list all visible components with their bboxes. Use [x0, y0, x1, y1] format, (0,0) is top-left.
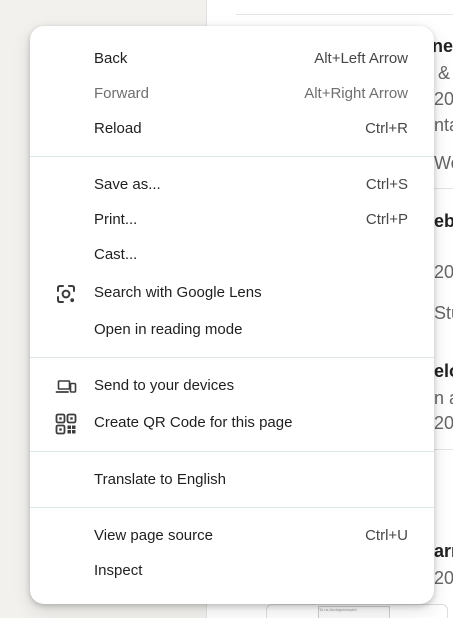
page-text-fragment: ne: [432, 36, 453, 56]
menu-item-label: Inspect: [94, 562, 143, 579]
menu-item-send-to-devices[interactable]: Send to your devices: [30, 369, 434, 404]
page-text-fragment: elo: [434, 361, 453, 381]
page-text-fragment: 202: [434, 262, 453, 282]
page-text-fragment: 20: [434, 568, 453, 588]
page-text-fragment: eb: [434, 211, 453, 231]
page-divider: [236, 14, 453, 15]
menu-item-save-as[interactable]: Save as... Ctrl+S: [30, 168, 434, 203]
menu-item-reading-mode[interactable]: Open in reading mode: [30, 313, 434, 348]
page-divider: [432, 188, 453, 189]
menu-item-label: Open in reading mode: [94, 321, 243, 338]
menu-separator: [30, 451, 434, 452]
page-text-fragment: 202: [434, 413, 453, 433]
menu-item-view-source[interactable]: View page source Ctrl+U: [30, 519, 434, 554]
page-text-fragment: &: [438, 63, 451, 83]
menu-item-label: Back: [94, 50, 128, 67]
menu-item-print[interactable]: Print... Ctrl+P: [30, 203, 434, 238]
page-text-fragment: Web: [434, 153, 453, 173]
page-thumbnail-caption: To us Andagramopiet: [318, 606, 390, 618]
menu-item-label: Cast...: [94, 246, 138, 263]
menu-item-label: Forward: [94, 85, 150, 102]
menu-separator: [30, 507, 434, 508]
menu-item-shortcut: Ctrl+P: [365, 211, 408, 228]
menu-item-label: Create QR Code for this page: [94, 414, 293, 431]
menu-item-label: Save as...: [94, 176, 161, 193]
menu-item-back[interactable]: Back Alt+Left Arrow: [30, 42, 434, 77]
menu-item-google-lens[interactable]: Search with Google Lens: [30, 276, 434, 311]
menu-item-forward[interactable]: Forward Alt+Right Arrow: [30, 77, 434, 112]
menu-item-reload[interactable]: Reload Ctrl+R: [30, 112, 434, 147]
menu-separator: [30, 357, 434, 358]
page-text-fragment: n a: [434, 388, 453, 408]
menu-item-inspect[interactable]: Inspect: [30, 554, 434, 589]
menu-item-translate[interactable]: Translate to English: [30, 463, 434, 498]
qr-code-icon: [54, 412, 78, 436]
page-text-fragment: 202: [434, 89, 453, 109]
menu-item-shortcut: Alt+Right Arrow: [304, 85, 408, 102]
menu-item-cast[interactable]: Cast...: [30, 238, 434, 273]
page-text-fragment: arr: [434, 541, 453, 561]
menu-item-label: View page source: [94, 527, 213, 544]
menu-item-shortcut: Ctrl+S: [365, 176, 408, 193]
page-text-fragment: Stu: [434, 303, 453, 323]
menu-item-label: Reload: [94, 120, 142, 137]
menu-item-label: Print...: [94, 211, 138, 228]
menu-item-label: Search with Google Lens: [94, 284, 262, 301]
page-text-fragment: ntal: [434, 115, 453, 135]
menu-item-qr-code[interactable]: Create QR Code for this page: [30, 406, 434, 441]
menu-item-label: Translate to English: [94, 471, 227, 488]
menu-item-shortcut: Alt+Left Arrow: [314, 50, 408, 67]
menu-separator: [30, 156, 434, 157]
devices-icon: [54, 375, 78, 399]
menu-item-label: Send to your devices: [94, 377, 235, 394]
page-divider: [432, 449, 453, 450]
context-menu: Back Alt+Left Arrow Forward Alt+Right Ar…: [30, 26, 434, 604]
google-lens-icon: [54, 282, 78, 306]
menu-item-shortcut: Ctrl+R: [365, 120, 408, 137]
menu-item-shortcut: Ctrl+U: [365, 527, 408, 544]
